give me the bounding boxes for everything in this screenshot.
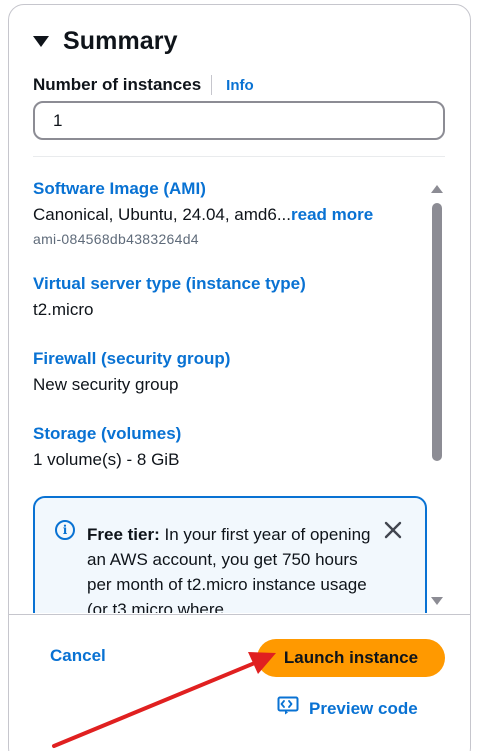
- firewall-link[interactable]: Firewall (security group): [33, 349, 230, 369]
- free-tier-text: Free tier: In your first year of opening…: [87, 522, 377, 613]
- scrollbar[interactable]: [430, 181, 444, 611]
- firewall-section: Firewall (security group) New security g…: [33, 349, 230, 395]
- scroll-up-arrow-icon[interactable]: [431, 185, 443, 193]
- launch-instance-button[interactable]: Launch instance: [257, 639, 445, 677]
- summary-scroll-area: Software Image (AMI) Canonical, Ubuntu, …: [9, 157, 449, 613]
- footer-divider: [9, 614, 470, 615]
- ami-value: Canonical, Ubuntu, 24.04, amd6...: [33, 205, 291, 224]
- instances-label: Number of instances: [33, 75, 202, 94]
- ami-section: Software Image (AMI) Canonical, Ubuntu, …: [33, 179, 373, 247]
- firewall-value: New security group: [33, 375, 179, 394]
- instances-label-row: Number of instances Info: [33, 75, 254, 95]
- summary-title: Summary: [63, 27, 178, 55]
- ami-value-row: Canonical, Ubuntu, 24.04, amd6...read mo…: [33, 205, 373, 225]
- preview-code-label: Preview code: [309, 698, 418, 718]
- instance-type-link[interactable]: Virtual server type (instance type): [33, 274, 306, 294]
- free-tier-label: Free tier:: [87, 525, 160, 544]
- caret-down-icon: [33, 36, 49, 47]
- storage-section: Storage (volumes) 1 volume(s) - 8 GiB: [33, 424, 181, 470]
- summary-toggle[interactable]: Summary: [33, 27, 178, 56]
- storage-value: 1 volume(s) - 8 GiB: [33, 450, 180, 469]
- code-preview-icon: [277, 696, 299, 721]
- ami-link[interactable]: Software Image (AMI): [33, 179, 373, 199]
- scroll-down-arrow-icon[interactable]: [431, 597, 443, 605]
- free-tier-alert: i Free tier: In your first year of openi…: [33, 496, 427, 613]
- scrollbar-thumb[interactable]: [432, 203, 442, 461]
- label-divider: [211, 75, 213, 95]
- info-link[interactable]: Info: [226, 77, 254, 94]
- instance-type-section: Virtual server type (instance type) t2.m…: [33, 274, 306, 320]
- cancel-button[interactable]: Cancel: [50, 646, 106, 666]
- info-circle-icon: i: [55, 520, 75, 540]
- ami-id: ami-084568db4383264d4: [33, 231, 199, 247]
- close-icon[interactable]: [381, 518, 405, 542]
- preview-code-button[interactable]: Preview code: [277, 696, 418, 721]
- storage-link[interactable]: Storage (volumes): [33, 424, 181, 444]
- read-more-link[interactable]: read more: [291, 205, 373, 224]
- instance-type-value: t2.micro: [33, 300, 94, 319]
- number-of-instances-input[interactable]: [33, 101, 445, 140]
